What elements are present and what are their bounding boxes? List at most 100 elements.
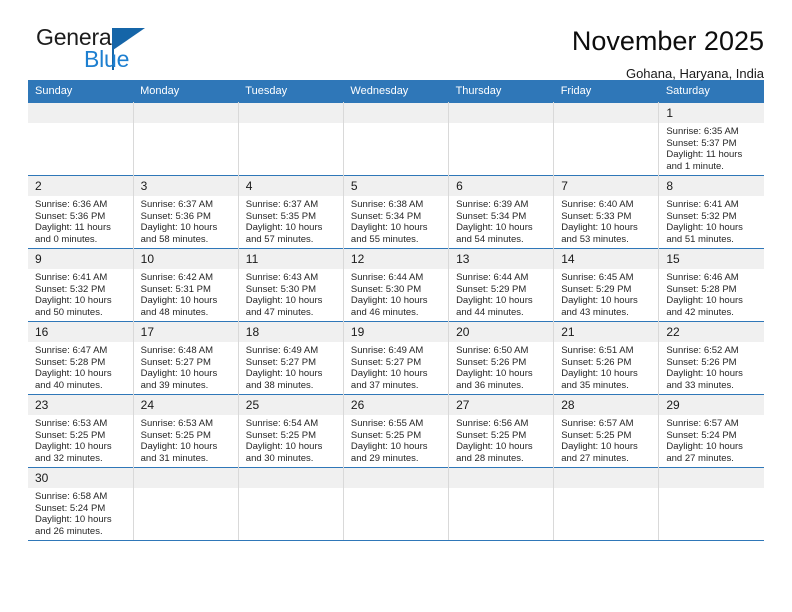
sunrise-text: Sunrise: 6:56 AM (456, 418, 529, 429)
sunset-text: Sunset: 5:25 PM (561, 429, 632, 441)
day-number (554, 468, 659, 488)
daylight-text: Daylight: 10 hours and 29 minutes. (350, 441, 428, 464)
day-sun-info: Sunrise: 6:35 AM Sunset: 5:37 PM Daylight:… (659, 123, 764, 172)
daylight-text: Daylight: 10 hours and 42 minutes. (666, 295, 743, 318)
sunset-text: Sunset: 5:32 PM (666, 210, 737, 222)
calendar-day-cell[interactable]: 12 Sunrise: 6:44 AM Sunset: 5:30 PM Dayligh… (343, 248, 450, 322)
calendar-day-cell[interactable]: 24 Sunrise: 6:53 AM Sunset: 5:25 PM Dayligh… (133, 394, 239, 468)
sunrise-text: Sunrise: 6:46 AM (666, 272, 739, 283)
calendar-day-cell[interactable]: 7 Sunrise: 6:40 AM Sunset: 5:33 PM Daylight… (553, 175, 660, 249)
calendar-day-cell[interactable]: 25 Sunrise: 6:54 AM Sunset: 5:25 PM Dayligh… (238, 394, 344, 468)
day-number: 11 (238, 249, 343, 269)
calendar-day-cell[interactable]: 18 Sunrise: 6:49 AM Sunset: 5:27 PM Dayligh… (238, 321, 344, 395)
day-cell-content: 3 Sunrise: 6:37 AM Sunset: 5:36 PM Daylight… (133, 176, 238, 248)
brand-name-bottom: Blue (84, 46, 130, 72)
day-sun-info: Sunrise: 6:37 AM Sunset: 5:36 PM Daylight:… (134, 196, 238, 245)
day-cell-content: 9 Sunrise: 6:41 AM Sunset: 5:32 PM Daylight… (28, 249, 133, 321)
weekday-header-saturday: Saturday (658, 80, 764, 103)
calendar-day-cell[interactable]: 20 Sunrise: 6:50 AM Sunset: 5:26 PM Dayligh… (448, 321, 555, 395)
calendar-day-cell[interactable]: 13 Sunrise: 6:44 AM Sunset: 5:29 PM Dayligh… (448, 248, 555, 322)
sunrise-text: Sunrise: 6:44 AM (456, 272, 529, 283)
sunset-text: Sunset: 5:29 PM (561, 283, 632, 295)
day-cell-content: 24 Sunrise: 6:53 AM Sunset: 5:25 PM Dayligh… (133, 395, 238, 467)
day-number (133, 103, 238, 123)
calendar-empty-cell (238, 467, 344, 541)
day-sun-info: Sunrise: 6:48 AM Sunset: 5:27 PM Daylight:… (134, 342, 238, 391)
day-cell-content: 30 Sunrise: 6:58 AM Sunset: 5:24 PM Dayligh… (28, 468, 133, 540)
sunset-text: Sunset: 5:34 PM (350, 210, 422, 222)
calendar-day-cell[interactable]: 22 Sunrise: 6:52 AM Sunset: 5:26 PM Dayligh… (658, 321, 764, 395)
page-title: November 2025 (571, 26, 764, 56)
sunrise-text: Sunrise: 6:49 AM (245, 345, 319, 356)
calendar-week-row: 30 Sunrise: 6:58 AM Sunset: 5:24 PM Dayligh… (28, 467, 764, 541)
daylight-text: Daylight: 10 hours and 38 minutes. (245, 368, 323, 391)
daylight-text: Daylight: 10 hours and 26 minutes. (35, 514, 112, 537)
calendar-day-cell[interactable]: 3 Sunrise: 6:37 AM Sunset: 5:36 PM Daylight… (133, 175, 239, 249)
calendar-day-cell[interactable]: 21 Sunrise: 6:51 AM Sunset: 5:26 PM Dayligh… (553, 321, 660, 395)
calendar-day-cell[interactable]: 26 Sunrise: 6:55 AM Sunset: 5:25 PM Dayligh… (343, 394, 450, 468)
day-number (238, 468, 343, 488)
sunrise-text: Sunrise: 6:39 AM (456, 199, 529, 210)
calendar-day-cell[interactable]: 30 Sunrise: 6:58 AM Sunset: 5:24 PM Dayligh… (28, 467, 134, 541)
day-sun-info: Sunrise: 6:57 AM Sunset: 5:25 PM Daylight:… (554, 415, 658, 464)
calendar-day-cell[interactable]: 2 Sunrise: 6:36 AM Sunset: 5:36 PM Daylight… (28, 175, 134, 249)
calendar-day-cell[interactable]: 28 Sunrise: 6:57 AM Sunset: 5:25 PM Dayligh… (553, 394, 660, 468)
day-cell-content (554, 103, 659, 175)
daylight-text: Daylight: 10 hours and 35 minutes. (561, 368, 638, 391)
calendar-day-cell[interactable]: 19 Sunrise: 6:49 AM Sunset: 5:27 PM Dayligh… (343, 321, 450, 395)
sunset-text: Sunset: 5:32 PM (35, 283, 106, 295)
sunset-text: Sunset: 5:37 PM (666, 137, 737, 149)
day-number: 13 (449, 249, 554, 269)
calendar-day-cell[interactable]: 9 Sunrise: 6:41 AM Sunset: 5:32 PM Daylight… (28, 248, 134, 322)
calendar-body: 1 Sunrise: 6:35 AM Sunset: 5:37 PM Daylight… (28, 102, 764, 541)
calendar-day-cell[interactable]: 8 Sunrise: 6:41 AM Sunset: 5:32 PM Daylight… (658, 175, 764, 249)
calendar-day-cell[interactable]: 29 Sunrise: 6:57 AM Sunset: 5:24 PM Dayligh… (658, 394, 764, 468)
calendar-table: Sunday Monday Tuesday Wednesday Thursday… (28, 80, 764, 541)
day-cell-content: 15 Sunrise: 6:46 AM Sunset: 5:28 PM Dayligh… (659, 249, 764, 321)
calendar-day-cell[interactable]: 6 Sunrise: 6:39 AM Sunset: 5:34 PM Daylight… (448, 175, 555, 249)
day-number: 8 (659, 176, 764, 196)
day-sun-info: Sunrise: 6:52 AM Sunset: 5:26 PM Daylight:… (659, 342, 764, 391)
calendar-day-cell[interactable]: 14 Sunrise: 6:45 AM Sunset: 5:29 PM Dayligh… (553, 248, 660, 322)
day-sun-info: Sunrise: 6:41 AM Sunset: 5:32 PM Daylight:… (28, 269, 133, 318)
day-number (343, 468, 449, 488)
day-number: 21 (554, 322, 659, 342)
day-number: 24 (133, 395, 238, 415)
sunset-text: Sunset: 5:30 PM (245, 283, 317, 295)
day-sun-info: Sunrise: 6:42 AM Sunset: 5:31 PM Daylight:… (134, 269, 238, 318)
daylight-text: Daylight: 10 hours and 55 minutes. (350, 222, 428, 245)
sunrise-text: Sunrise: 6:53 AM (35, 418, 108, 429)
day-number (449, 468, 554, 488)
calendar-day-cell[interactable]: 16 Sunrise: 6:47 AM Sunset: 5:28 PM Dayligh… (28, 321, 134, 395)
calendar-day-cell[interactable]: 15 Sunrise: 6:46 AM Sunset: 5:28 PM Dayligh… (658, 248, 764, 322)
calendar-day-cell[interactable]: 5 Sunrise: 6:38 AM Sunset: 5:34 PM Daylight… (343, 175, 450, 249)
daylight-text: Daylight: 10 hours and 48 minutes. (140, 295, 218, 318)
day-number: 18 (238, 322, 343, 342)
day-number: 7 (554, 176, 659, 196)
day-cell-content: 13 Sunrise: 6:44 AM Sunset: 5:29 PM Dayligh… (449, 249, 554, 321)
daylight-text: Daylight: 10 hours and 40 minutes. (35, 368, 112, 391)
sunrise-text: Sunrise: 6:55 AM (350, 418, 424, 429)
day-cell-content: 16 Sunrise: 6:47 AM Sunset: 5:28 PM Dayligh… (28, 322, 133, 394)
daylight-text: Daylight: 10 hours and 37 minutes. (350, 368, 428, 391)
calendar-empty-cell (553, 102, 660, 176)
day-cell-content: 28 Sunrise: 6:57 AM Sunset: 5:25 PM Dayligh… (554, 395, 659, 467)
daylight-text: Daylight: 10 hours and 28 minutes. (456, 441, 533, 464)
calendar-day-cell[interactable]: 27 Sunrise: 6:56 AM Sunset: 5:25 PM Dayligh… (448, 394, 555, 468)
calendar-empty-cell (658, 467, 764, 541)
calendar-day-cell[interactable]: 4 Sunrise: 6:37 AM Sunset: 5:35 PM Daylight… (238, 175, 344, 249)
calendar-day-cell[interactable]: 17 Sunrise: 6:48 AM Sunset: 5:27 PM Dayligh… (133, 321, 239, 395)
calendar-week-row: 2 Sunrise: 6:36 AM Sunset: 5:36 PM Daylight… (28, 175, 764, 249)
day-sun-info: Sunrise: 6:54 AM Sunset: 5:25 PM Daylight:… (239, 415, 343, 464)
calendar-day-cell[interactable]: 1 Sunrise: 6:35 AM Sunset: 5:37 PM Daylight… (658, 102, 764, 176)
sunrise-text: Sunrise: 6:42 AM (140, 272, 213, 283)
day-cell-content (133, 103, 238, 175)
calendar-day-cell[interactable]: 23 Sunrise: 6:53 AM Sunset: 5:25 PM Dayligh… (28, 394, 134, 468)
page-subtitle: Gohana, Haryana, India (625, 66, 764, 82)
calendar-day-cell[interactable]: 10 Sunrise: 6:42 AM Sunset: 5:31 PM Dayligh… (133, 248, 239, 322)
weekday-header-wednesday: Wednesday (343, 80, 449, 103)
sunrise-text: Sunrise: 6:44 AM (350, 272, 424, 283)
day-sun-info: Sunrise: 6:44 AM Sunset: 5:30 PM Daylight:… (344, 269, 448, 318)
calendar-day-cell[interactable]: 11 Sunrise: 6:43 AM Sunset: 5:30 PM Dayligh… (238, 248, 344, 322)
sunset-text: Sunset: 5:25 PM (245, 429, 317, 441)
